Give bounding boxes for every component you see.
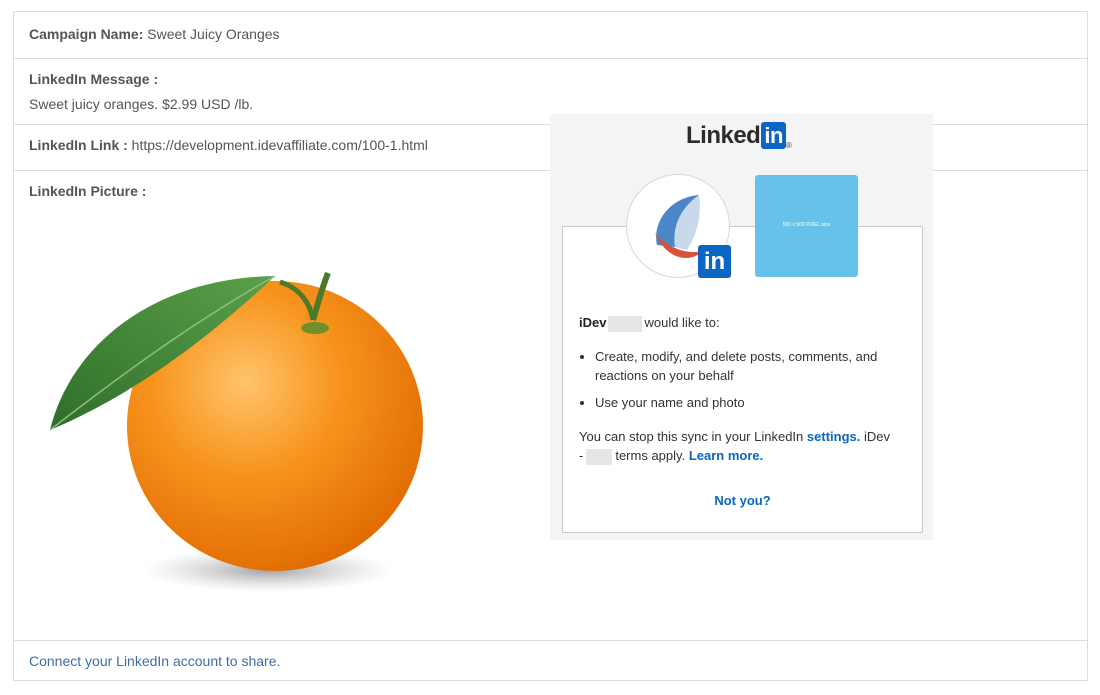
not-you-link[interactable]: Not you? xyxy=(563,493,922,508)
campaign-name-row: Campaign Name: Sweet Juicy Oranges xyxy=(14,12,1087,59)
connect-row: Connect your LinkedIn account to share. xyxy=(14,640,1087,680)
app-name: iDev xyxy=(579,315,607,330)
authorization-card: iDevwould like to: Create, modify, and d… xyxy=(562,226,923,533)
campaign-name-value: Sweet Juicy Oranges xyxy=(147,26,280,42)
learn-more-link[interactable]: Learn more. xyxy=(689,448,763,463)
sync-footnote: You can stop this sync in your LinkedIn … xyxy=(579,429,891,465)
linkedin-link-value: https://development.idevaffiliate.com/10… xyxy=(131,137,428,153)
linkedin-badge-icon: in xyxy=(698,245,731,278)
image-placeholder: 500 x 500 PIXEL size xyxy=(755,175,858,277)
linkedin-link-label: LinkedIn Link : xyxy=(29,137,128,153)
redacted-text xyxy=(608,315,643,332)
campaign-name-label: Campaign Name: xyxy=(29,26,144,42)
linkedin-auth-popup: Linkedin® iDevwould like to: Create, mod… xyxy=(550,114,933,540)
settings-link[interactable]: settings. xyxy=(807,429,860,444)
linkedin-message-label: LinkedIn Message : xyxy=(29,71,159,87)
linkedin-logo-icon: Linked in ® xyxy=(686,122,792,150)
connect-linkedin-link[interactable]: Connect your LinkedIn account to share. xyxy=(29,653,280,669)
list-item: Use your name and photo xyxy=(595,393,915,412)
linkedin-picture-label: LinkedIn Picture : xyxy=(29,183,147,199)
permission-intro: iDev would like to: xyxy=(579,315,720,332)
linkedin-message-value: Sweet juicy oranges. $2.99 USD /lb. xyxy=(29,96,254,112)
orange-image xyxy=(30,258,430,618)
list-item: Create, modify, and delete posts, commen… xyxy=(595,347,915,385)
permission-list: Create, modify, and delete posts, commen… xyxy=(579,347,915,420)
redacted-text xyxy=(586,448,613,465)
